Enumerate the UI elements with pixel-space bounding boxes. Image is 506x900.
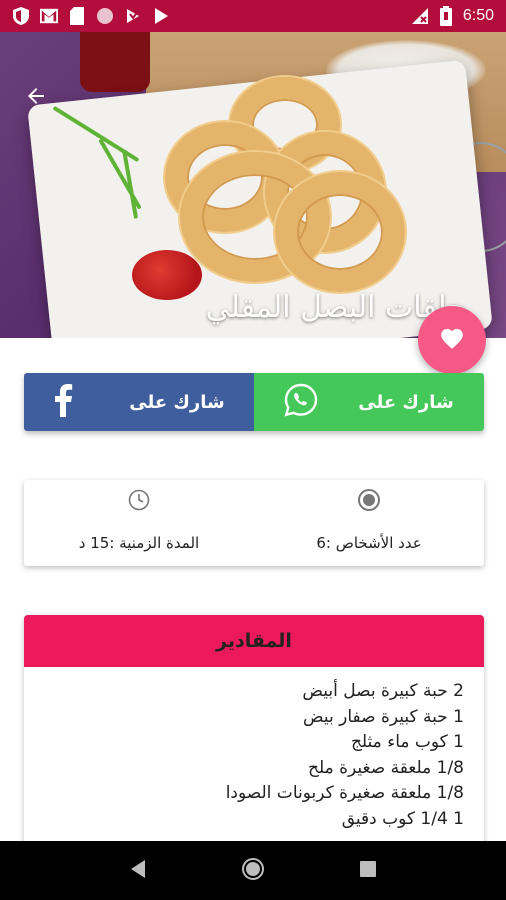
recipe-hero-image: حلقات البصل المقلي	[0, 32, 506, 338]
ingredient-item: 1/8 ملعقة صغيرة كربونات الصودا	[225, 783, 464, 803]
nav-home-icon	[241, 857, 265, 885]
heart-icon	[439, 326, 465, 354]
share-facebook-button[interactable]: شارك على	[24, 373, 254, 431]
shield-icon	[12, 7, 30, 25]
system-nav-bar	[0, 841, 506, 900]
gmail-icon	[40, 7, 58, 25]
share-bar: شارك على شارك على	[24, 373, 484, 431]
circle-icon	[96, 7, 114, 25]
ingredients-title: المقادير	[24, 615, 484, 667]
favorite-button[interactable]	[418, 306, 486, 374]
share-facebook-label: شارك على	[129, 391, 225, 413]
prep-time-text: المدة الزمنية :15 د	[78, 534, 200, 552]
ingredient-item: 1 حبة كبيرة صفار بيض	[303, 706, 464, 727]
clock-icon	[127, 488, 151, 512]
arrow-back-icon	[24, 84, 48, 112]
download-icon	[124, 7, 142, 25]
radio-icon	[357, 488, 381, 512]
status-bar: 6:50	[0, 0, 506, 32]
nav-recents-icon	[359, 860, 377, 882]
ingredient-item: 2 حبة كبيرة بصل أبيض	[302, 681, 464, 701]
servings: عدد الأشخاص :6	[254, 480, 484, 566]
nav-back-icon	[129, 859, 147, 883]
ingredient-item: 1 1/4 كوب دقيق	[341, 808, 464, 829]
play-store-icon	[152, 7, 170, 25]
servings-text: عدد الأشخاص :6	[316, 534, 422, 552]
sd-card-icon	[68, 7, 86, 25]
ingredients-card: المقادير 2 حبة كبيرة بصل أبيض 1 حبة كبير…	[24, 615, 484, 855]
ingredient-item: 1/8 ملعقة صغيرة ملح	[308, 757, 464, 778]
facebook-icon	[53, 383, 73, 422]
share-whatsapp-label: شارك على	[358, 391, 454, 413]
notification-icons	[12, 7, 170, 25]
status-time: 6:50	[462, 7, 494, 24]
prep-time: المدة الزمنية :15 د	[24, 480, 254, 566]
nav-recents-button[interactable]	[348, 851, 388, 891]
ingredients-list: 2 حبة كبيرة بصل أبيض 1 حبة كبيرة صفار بي…	[24, 667, 484, 832]
recipe-info-card: المدة الزمنية :15 د عدد الأشخاص :6	[24, 480, 484, 566]
battery-icon	[437, 6, 455, 26]
no-signal-icon	[411, 7, 429, 25]
share-whatsapp-button[interactable]: شارك على	[254, 373, 484, 431]
back-button[interactable]	[16, 82, 56, 114]
nav-home-button[interactable]	[233, 851, 273, 891]
whatsapp-icon	[284, 383, 318, 422]
nav-back-button[interactable]	[118, 851, 158, 891]
ingredient-item: 1 كوب ماء مثلج	[350, 732, 464, 752]
